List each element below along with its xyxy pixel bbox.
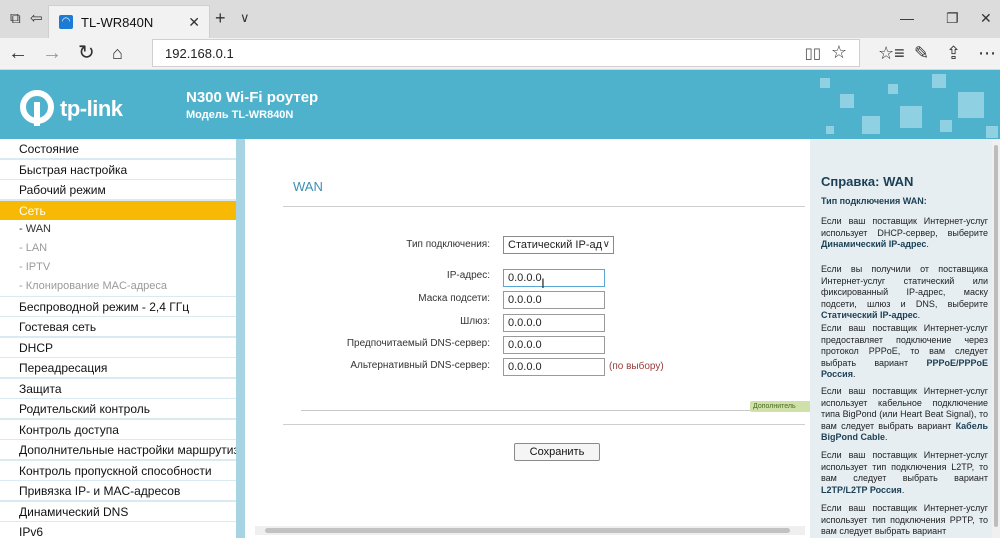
arrow-right-icon[interactable]: →	[42, 42, 62, 64]
save-button[interactable]: Сохранить	[514, 443, 600, 461]
optional-note: (по выбору)	[609, 361, 664, 372]
sidebar-subitem-lan[interactable]: - LAN	[0, 239, 236, 258]
product-name: N300 Wi-Fi роутер	[186, 89, 319, 106]
tab-preview-icon[interactable]: ⇦	[30, 10, 43, 28]
address-toolbar: ← → ↻ ⌂ 192.168.0.1 ▯▯ ☆ ☆≡ ✎ ⇪ ⋯	[0, 38, 1000, 70]
help-subtitle: Тип подключения WAN:	[821, 196, 927, 206]
advanced-toggle[interactable]: Дополнитель	[750, 401, 810, 412]
header-decoration	[820, 78, 830, 88]
form-divider	[283, 424, 805, 425]
horizontal-scrollbar[interactable]	[255, 526, 805, 535]
text-cursor-icon: I	[541, 275, 545, 291]
sidebar-subitem-iptv[interactable]: - IPTV	[0, 258, 236, 277]
sidebar-item-forwarding[interactable]: Переадресация	[0, 358, 236, 378]
brand-name: tp-link	[60, 96, 123, 121]
sidebar-menu: Состояние Быстрая настройка Рабочий режи…	[0, 139, 245, 538]
sidebar-item-quick-setup[interactable]: Быстрая настройка	[0, 160, 236, 180]
share-icon[interactable]: ⇪	[946, 43, 961, 64]
primary-dns-field[interactable]: 0.0.0.0	[503, 336, 605, 354]
wan-settings-panel: WAN Тип подключения: Статический IP-ад ∨…	[245, 139, 810, 538]
sidebar-item-guest-network[interactable]: Гостевая сеть	[0, 317, 236, 337]
connection-type-value: Статический IP-ад	[508, 239, 603, 251]
sidebar-item-operation-mode[interactable]: Рабочий режим	[0, 180, 236, 200]
url-field[interactable]: 192.168.0.1 ▯▯ ☆	[152, 39, 860, 67]
home-icon[interactable]: ⌂	[112, 42, 123, 64]
page-title: WAN	[293, 179, 323, 194]
browser-tab-bar: ⧉ ⇦ ◠ TL-WR840N ✕ + ∨ — ❐ ✕	[0, 0, 1000, 38]
minimize-icon[interactable]: —	[900, 10, 914, 26]
help-paragraph: Если ваш поставщик Интернет-услуг исполь…	[821, 503, 988, 536]
router-header: tp-link N300 Wi-Fi роутер Модель TL-WR84…	[0, 70, 1000, 139]
pen-icon[interactable]: ✎	[914, 43, 929, 64]
sidebar-item-ip-mac-binding[interactable]: Привязка IP- и MAC-адресов	[0, 481, 236, 501]
secondary-dns-field[interactable]: 0.0.0.0	[503, 358, 605, 376]
sidebar-item-security[interactable]: Защита	[0, 379, 236, 399]
help-title: Справка: WAN	[821, 174, 914, 189]
url-text: 192.168.0.1	[165, 46, 234, 61]
wifi-favicon-icon: ◠	[59, 15, 73, 29]
title-divider	[283, 206, 805, 207]
ip-address-label: IP-адрес:	[446, 270, 490, 281]
help-paragraph: Если вы получили от поставщика Интернет-…	[821, 264, 988, 320]
sidebar-item-dynamic-dns[interactable]: Динамический DNS	[0, 502, 236, 522]
help-scrollbar[interactable]	[992, 139, 1000, 538]
restore-icon[interactable]: ❐	[946, 10, 959, 27]
help-paragraph: Если ваш поставщик Интернет-услуг исполь…	[821, 386, 988, 442]
window-close-icon[interactable]: ✕	[980, 10, 992, 27]
sidebar-item-network[interactable]: Сеть	[0, 201, 236, 221]
advanced-divider	[301, 410, 805, 411]
gateway-label: Шлюз:	[460, 316, 490, 327]
help-paragraph: Если ваш поставщик Интернет-услуг исполь…	[821, 216, 988, 249]
secondary-dns-label: Альтернативный DNS-сервер:	[350, 360, 490, 371]
ip-address-field[interactable]: 0.0.0.0	[503, 269, 605, 287]
sidebar-item-status[interactable]: Состояние	[0, 139, 236, 159]
chevron-down-icon: ∨	[602, 239, 610, 250]
primary-dns-label: Предпочитаемый DNS-сервер:	[346, 338, 490, 349]
sidebar-subitem-wan[interactable]: - WAN	[0, 220, 236, 239]
sidebar-item-dhcp[interactable]: DHCP	[0, 338, 236, 358]
sidebar-item-advanced-routing[interactable]: Дополнительные настройки маршрутизации	[0, 440, 236, 460]
favorites-hub-icon[interactable]: ☆≡	[878, 43, 905, 64]
book-icon[interactable]: ▯▯	[804, 44, 821, 62]
gateway-field[interactable]: 0.0.0.0	[503, 314, 605, 332]
sidebar-item-ipv6[interactable]: IPv6	[0, 522, 236, 538]
sidebar-scrollbar[interactable]	[236, 139, 245, 538]
scrollbar-thumb[interactable]	[994, 145, 998, 527]
sidebar-subitem-mac-clone[interactable]: - Клонирование MAC-адреса	[0, 277, 236, 296]
help-panel: Справка: WAN Тип подключения WAN: Если в…	[810, 139, 1000, 538]
star-icon[interactable]: ☆	[831, 42, 847, 63]
plus-icon[interactable]: +	[215, 8, 226, 29]
sidebar-item-bandwidth-control[interactable]: Контроль пропускной способности	[0, 461, 236, 481]
help-paragraph: Если ваш поставщик Интернет-услуг исполь…	[821, 450, 988, 495]
connection-type-label: Тип подключения:	[406, 239, 490, 250]
help-paragraph: Если ваш поставщик Интернет-услуг предос…	[821, 323, 988, 379]
model-name: Модель TL-WR840N	[186, 109, 294, 121]
subnet-mask-label: Маска подсети:	[418, 293, 490, 304]
set-tabs-aside-icon[interactable]: ⧉	[10, 10, 21, 28]
refresh-icon[interactable]: ↻	[78, 42, 95, 64]
connection-type-select[interactable]: Статический IP-ад ∨	[503, 236, 614, 254]
scrollbar-thumb[interactable]	[265, 528, 790, 533]
more-icon[interactable]: ⋯	[978, 43, 996, 64]
arrow-left-icon[interactable]: ←	[8, 42, 28, 64]
tab-title: TL-WR840N	[81, 15, 154, 30]
sidebar-item-parental-control[interactable]: Родительский контроль	[0, 399, 236, 419]
browser-tab[interactable]: ◠ TL-WR840N ✕	[48, 5, 210, 38]
sidebar-item-access-control[interactable]: Контроль доступа	[0, 420, 236, 440]
subnet-mask-field[interactable]: 0.0.0.0	[503, 291, 605, 309]
chevron-down-icon[interactable]: ∨	[240, 10, 250, 26]
sidebar-item-wireless[interactable]: Беспроводной режим - 2,4 ГГц	[0, 297, 236, 317]
close-icon[interactable]: ✕	[188, 14, 200, 31]
tp-link-logo: tp-link	[20, 88, 130, 128]
